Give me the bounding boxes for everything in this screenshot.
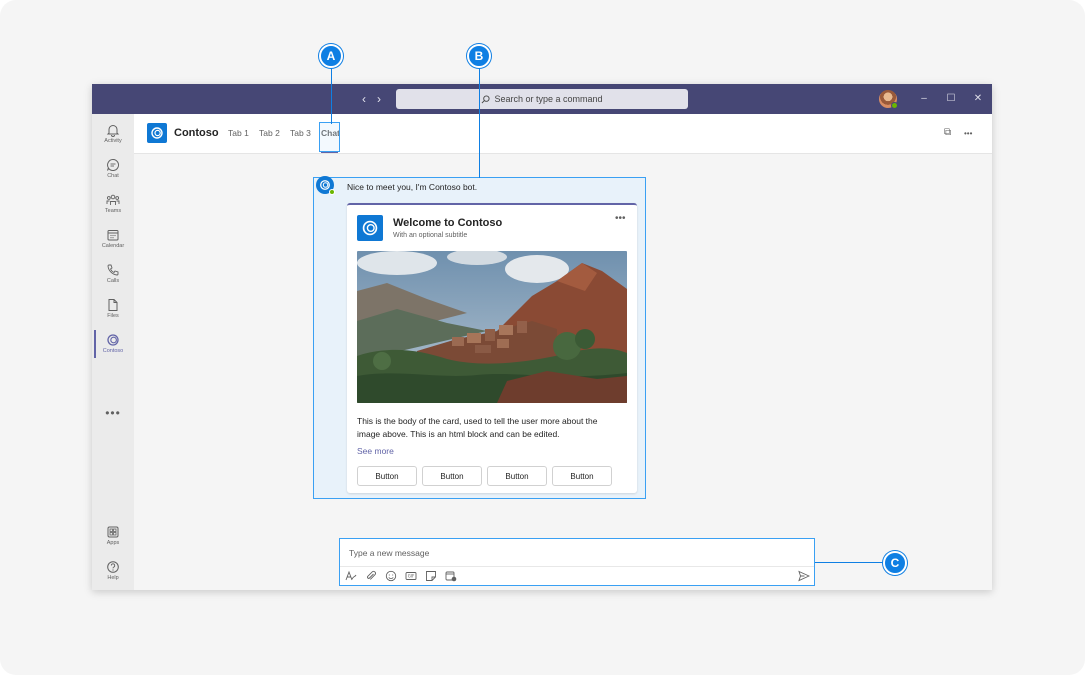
- rail-label: Activity: [104, 138, 122, 144]
- callout-b-marker: B: [467, 44, 491, 68]
- adaptive-card: Welcome to Contoso With an optional subt…: [347, 203, 637, 493]
- more-options-icon[interactable]: •••: [964, 129, 972, 138]
- apps-icon: [107, 526, 119, 538]
- rail-label: Chat: [107, 173, 119, 179]
- forward-arrow-icon[interactable]: ›: [377, 91, 381, 107]
- card-body-text: This is the body of the card, used to te…: [357, 416, 598, 439]
- rail-item-chat[interactable]: Chat: [92, 156, 134, 190]
- title-bar: ‹ › Search or type a command – ☐ ✕: [92, 84, 992, 114]
- card-button-3[interactable]: Button: [487, 466, 547, 486]
- back-arrow-icon[interactable]: ‹: [362, 91, 366, 107]
- schedule-meeting-icon[interactable]: [445, 570, 457, 582]
- rail-item-teams[interactable]: Teams: [92, 191, 134, 225]
- card-image: [357, 251, 627, 403]
- rail-label: Help: [107, 575, 119, 581]
- card-button-4[interactable]: Button: [552, 466, 612, 486]
- sticker-icon[interactable]: [425, 570, 437, 582]
- app-rail: Activity Chat Teams Calendar Calls Files…: [92, 114, 134, 590]
- attach-icon[interactable]: [365, 570, 377, 582]
- minimize-icon[interactable]: –: [917, 92, 931, 106]
- phone-icon: [107, 264, 119, 276]
- rail-item-files[interactable]: Files: [92, 296, 134, 330]
- message-input[interactable]: Type a new message: [349, 548, 429, 558]
- search-icon: [482, 94, 491, 103]
- presence-available-icon: [329, 189, 335, 195]
- callout-b-line: [479, 68, 480, 178]
- rail-item-help[interactable]: Help: [92, 558, 134, 590]
- search-placeholder: Search or type a command: [494, 94, 603, 104]
- bell-icon: [106, 125, 120, 137]
- rail-item-apps[interactable]: Apps: [92, 523, 134, 557]
- compose-toolbar: GIF: [340, 566, 814, 585]
- card-button-1[interactable]: Button: [357, 466, 417, 486]
- rail-active-indicator: [94, 330, 96, 358]
- rail-label: Calls: [106, 278, 120, 284]
- chat-icon: [107, 158, 119, 171]
- file-icon: [108, 299, 118, 311]
- tab-3[interactable]: Tab 3: [290, 128, 311, 138]
- rail-label: Calendar: [101, 243, 125, 249]
- send-icon[interactable]: [798, 570, 810, 582]
- callout-a-highlight: [319, 122, 340, 152]
- rail-label: Contoso: [102, 348, 124, 354]
- card-button-2[interactable]: Button: [422, 466, 482, 486]
- bot-avatar: [316, 176, 335, 195]
- app-title: Contoso: [174, 127, 219, 139]
- presence-available-icon: [891, 102, 898, 109]
- app-header: Contoso Tab 1 Tab 2 Tab 3 Chat ⧉ •••: [134, 114, 992, 154]
- bot-message-text: Nice to meet you, I'm Contoso bot.: [347, 182, 478, 192]
- rail-item-contoso[interactable]: Contoso: [92, 331, 134, 365]
- contoso-logo-icon: [147, 123, 167, 143]
- compose-box: Type a new message GIF: [339, 538, 815, 586]
- tab-2[interactable]: Tab 2: [259, 128, 280, 138]
- rail-item-activity[interactable]: Activity: [92, 121, 134, 155]
- search-input[interactable]: Search or type a command: [396, 89, 688, 109]
- rail-label: Teams: [104, 208, 122, 214]
- help-icon: [107, 561, 119, 573]
- svg-text:GIF: GIF: [408, 574, 415, 579]
- contoso-icon: [107, 334, 119, 346]
- calendar-icon: [107, 230, 119, 241]
- gif-icon[interactable]: GIF: [405, 570, 417, 582]
- user-avatar[interactable]: [879, 90, 898, 109]
- card-subtitle: With an optional subtitle: [393, 232, 468, 239]
- callout-c-marker: C: [883, 551, 907, 575]
- callout-c-line: [815, 562, 883, 563]
- tab-1[interactable]: Tab 1: [228, 128, 249, 138]
- callout-a-marker: A: [319, 44, 343, 68]
- rail-item-calls[interactable]: Calls: [92, 261, 134, 295]
- card-logo-icon: [357, 215, 383, 241]
- card-more-icon[interactable]: •••: [615, 213, 626, 224]
- rail-item-calendar[interactable]: Calendar: [92, 226, 134, 260]
- see-more-link[interactable]: See more: [357, 446, 394, 456]
- rail-label: Apps: [106, 540, 120, 546]
- teams-icon: [106, 194, 120, 205]
- emoji-icon[interactable]: [385, 570, 397, 582]
- format-icon[interactable]: [345, 570, 357, 582]
- more-apps-icon[interactable]: •••: [92, 406, 134, 420]
- card-title: Welcome to Contoso: [393, 217, 503, 229]
- callout-a-line: [331, 68, 332, 124]
- close-icon[interactable]: ✕: [971, 92, 985, 106]
- maximize-icon[interactable]: ☐: [944, 92, 958, 106]
- rail-label: Files: [107, 313, 119, 319]
- popout-icon[interactable]: ⧉: [944, 127, 951, 138]
